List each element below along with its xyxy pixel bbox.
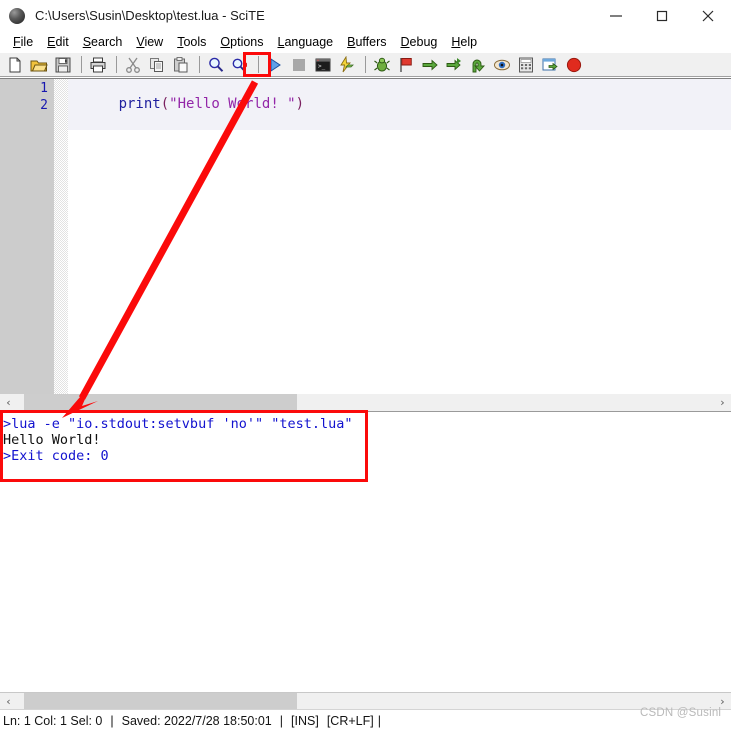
window-controls [593,0,731,31]
console-icon[interactable]: >_ [312,54,334,76]
copy-icon[interactable] [146,54,168,76]
editor-scroll-thumb[interactable] [24,394,297,411]
minimize-icon[interactable] [593,0,639,31]
toolbar: >_ [0,53,731,77]
menu-label-help-rest: elp [460,35,478,49]
output-scroll-track[interactable] [17,692,714,710]
output-horizontal-scrollbar[interactable]: ‹ › [0,692,731,710]
window-title: C:\Users\Susin\Desktop\test.lua - SciTE [35,8,265,23]
menu-item-edit[interactable]: Edit [40,33,76,51]
csdn-watermark: CSDN @Susinl [640,707,722,719]
menu-label-language-rest: anguage [284,35,334,49]
new-file-icon[interactable] [4,54,26,76]
menu-item-search[interactable]: Search [76,33,130,51]
menu-item-file[interactable]: File [6,33,40,51]
stop-debug-icon[interactable] [563,54,585,76]
menu-item-options[interactable]: Options [213,33,270,51]
find-icon[interactable] [205,54,227,76]
cut-icon[interactable] [122,54,144,76]
editor-pane[interactable]: 1 2 print("Hello World! ") [0,78,731,394]
code-token-open-paren: ( [160,96,170,112]
menu-label-view-rest: iew [144,35,164,49]
code-line-1[interactable]: print("Hello World! ") [68,79,731,130]
print-icon[interactable] [87,54,109,76]
scroll-left-arrow-icon[interactable]: ‹ [0,394,17,411]
output-line-command: >lua -e "io.stdout:setvbuf 'no'" "test.l… [3,416,353,432]
maximize-icon[interactable] [639,0,685,31]
menu-item-buffers[interactable]: Buffers [340,33,393,51]
bug-icon[interactable] [371,54,393,76]
editor-horizontal-scrollbar[interactable]: ‹ › [0,394,731,411]
status-trailing-divider: | [377,713,381,728]
status-divider: | [110,713,114,728]
status-bar: Ln: 1 Col: 1 Sel: 0 | Saved: 2022/7/28 1… [0,709,731,731]
scroll-left-arrow-icon[interactable]: ‹ [0,693,17,710]
save-file-icon[interactable] [52,54,74,76]
menu-item-help[interactable]: Help [444,33,484,51]
menu-label-options-rest: ptions [230,35,264,49]
breakpoint-flag-icon[interactable] [395,54,417,76]
menu-label-search-rest: earch [91,35,123,49]
replace-icon[interactable] [229,54,251,76]
watch-icon[interactable] [491,54,513,76]
build-icon[interactable] [336,54,358,76]
line-number-margin: 1 2 [0,79,54,394]
close-icon[interactable] [685,0,731,31]
toolbar-separator [116,56,117,73]
fold-margin[interactable] [54,79,68,394]
step-out-icon[interactable] [467,54,489,76]
status-divider: | [279,713,284,728]
menu-item-view[interactable]: View [129,33,170,51]
editor-scroll-track[interactable] [17,394,714,411]
scite-ball-icon [9,7,25,24]
calculator-icon[interactable] [515,54,537,76]
menu-label-file-rest: ile [20,35,34,49]
status-cursor-position: Ln: 1 Col: 1 Sel: 0 [3,713,103,728]
status-saved-timestamp: Saved: 2022/7/28 18:50:01 [121,713,272,728]
menu-item-tools[interactable]: Tools [170,33,213,51]
code-token-close-paren: ) [295,96,305,112]
title-bar: C:\Users\Susin\Desktop\test.lua - SciTE [0,0,731,31]
line-number: 1 [40,81,48,96]
scroll-right-arrow-icon[interactable]: › [714,394,731,411]
line-number: 2 [40,98,48,113]
code-token-string: "Hello World! " [169,96,296,112]
menu-item-debug[interactable]: Debug [394,33,445,51]
code-area[interactable]: print("Hello World! ") [68,79,731,394]
menu-label-buffers-rest: uffers [355,35,387,49]
toolbar-separator [81,56,82,73]
code-token-function: print [118,96,161,112]
svg-text:>_: >_ [318,63,326,70]
toolbar-separator [365,56,366,73]
output-line-exitcode: >Exit code: 0 [3,448,109,464]
window-export-icon[interactable] [539,54,561,76]
paste-icon[interactable] [170,54,192,76]
run-icon[interactable] [264,54,286,76]
toolbar-separator [258,56,259,73]
step-into-icon[interactable] [443,54,465,76]
status-eol-mode: [CR+LF] [326,713,374,728]
open-file-icon[interactable] [28,54,50,76]
status-insert-mode: [INS] [291,713,319,728]
menu-item-language[interactable]: Language [271,33,341,51]
menu-bar: File Edit Search View Tools Options Lang… [0,31,731,53]
menu-label-debug-rest: ebug [409,35,438,49]
step-over-icon[interactable] [419,54,441,76]
output-scroll-thumb[interactable] [24,692,297,710]
stop-icon[interactable] [288,54,310,76]
menu-label-tools-rest: ools [183,35,207,49]
menu-label-edit-rest: dit [55,35,69,49]
toolbar-separator [199,56,200,73]
output-line-result: Hello World! [3,432,101,448]
output-pane[interactable]: >lua -e "io.stdout:setvbuf 'no'" "test.l… [0,411,731,692]
